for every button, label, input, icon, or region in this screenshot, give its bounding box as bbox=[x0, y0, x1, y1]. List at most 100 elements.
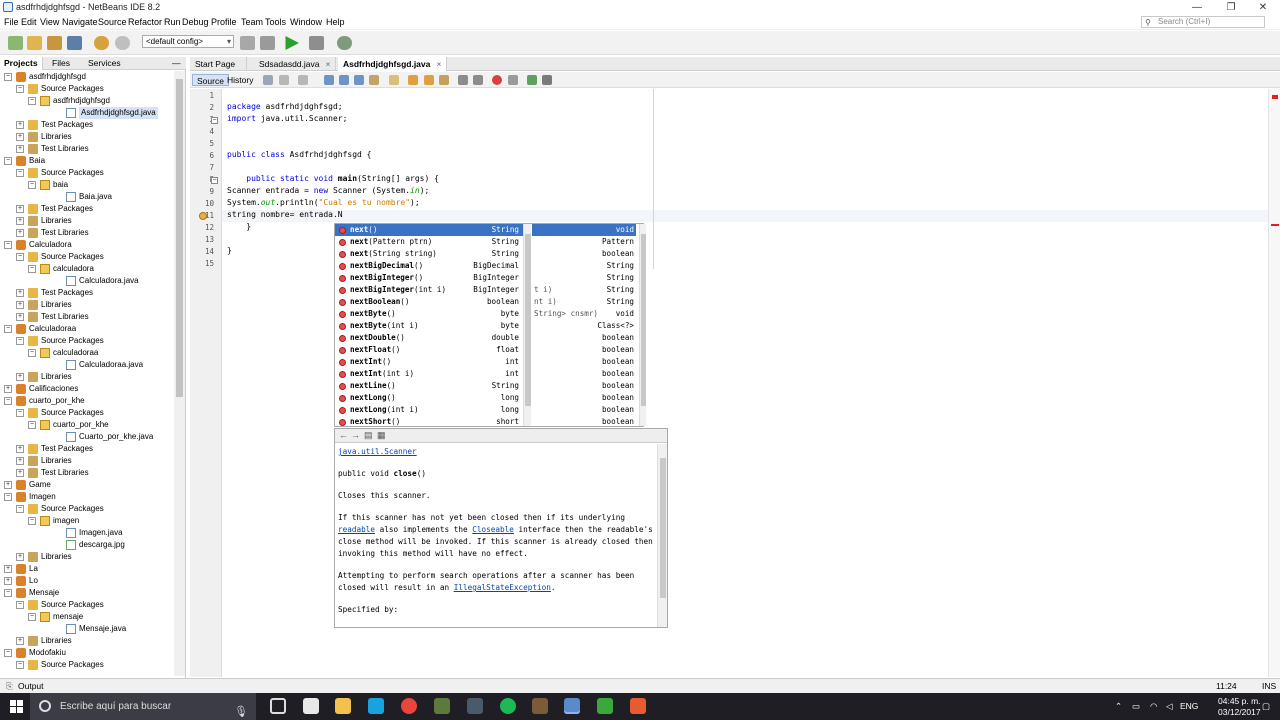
error-bulb-icon[interactable] bbox=[199, 212, 207, 220]
collapse-icon[interactable]: − bbox=[16, 337, 24, 345]
taskbar-search[interactable]: Escribe aquí para buscar 🎙 bbox=[30, 693, 256, 720]
netbeans-taskbar-icon[interactable] bbox=[564, 698, 580, 714]
completion-item[interactable]: boolean bbox=[532, 416, 636, 426]
doc-source-icon[interactable]: ▤ bbox=[364, 430, 373, 441]
close-tab-icon[interactable]: × bbox=[326, 59, 331, 69]
scrollbar-thumb[interactable] bbox=[641, 234, 646, 406]
readable-link[interactable]: readable bbox=[338, 525, 375, 534]
collapse-icon[interactable]: − bbox=[16, 661, 24, 669]
menu-run[interactable]: Run bbox=[164, 17, 181, 27]
completion-item[interactable]: nextBoolean() boolean bbox=[335, 296, 523, 308]
completion-item[interactable]: nextBigInteger(int i) BigInteger bbox=[335, 284, 523, 296]
doc-forward-icon[interactable]: → bbox=[351, 430, 360, 440]
completion-item[interactable]: nextDouble() double bbox=[335, 332, 523, 344]
tree-scrollbar[interactable] bbox=[174, 71, 185, 676]
class-link[interactable]: java.util.Scanner bbox=[338, 447, 417, 456]
tab-files[interactable]: Files bbox=[48, 57, 74, 70]
completion-item[interactable]: nextBigDecimal() BigDecimal bbox=[335, 260, 523, 272]
collapse-icon[interactable]: − bbox=[4, 325, 12, 333]
menu-window[interactable]: Window bbox=[290, 17, 322, 27]
menu-navigate[interactable]: Navigate bbox=[62, 17, 98, 27]
expand-icon[interactable]: + bbox=[4, 577, 12, 585]
javadoc-scrollbar[interactable] bbox=[657, 444, 667, 627]
expand-icon[interactable]: + bbox=[16, 301, 24, 309]
tab-history[interactable]: History bbox=[223, 74, 257, 86]
collapse-icon[interactable]: − bbox=[16, 85, 24, 93]
completion-item[interactable]: void bbox=[532, 224, 636, 236]
menu-profile[interactable]: Profile bbox=[211, 17, 237, 27]
redo-icon[interactable] bbox=[115, 36, 130, 50]
menu-refactor[interactable]: Refactor bbox=[128, 17, 162, 27]
completion-item[interactable]: nt i) String bbox=[532, 296, 636, 308]
shift-left-icon[interactable] bbox=[458, 75, 468, 85]
error-line-marker[interactable] bbox=[1271, 224, 1279, 226]
collapse-icon[interactable]: − bbox=[16, 409, 24, 417]
find-next-icon[interactable] bbox=[354, 75, 364, 85]
clean-build-icon[interactable] bbox=[260, 36, 275, 50]
expand-icon[interactable]: + bbox=[16, 445, 24, 453]
toggle-highlight-icon[interactable] bbox=[369, 75, 379, 85]
build-icon[interactable] bbox=[240, 36, 255, 50]
wifi-icon[interactable]: ◠ bbox=[1150, 701, 1157, 712]
close-tab-icon[interactable]: × bbox=[436, 59, 441, 69]
code-line[interactable]: Scanner entrada = new Scanner (System.in… bbox=[227, 186, 429, 195]
illegalstate-link[interactable]: IllegalStateException bbox=[454, 583, 551, 592]
menu-tools[interactable]: Tools bbox=[265, 17, 286, 27]
collapse-icon[interactable]: − bbox=[4, 493, 12, 501]
show-hidden-icon[interactable]: ⌃ bbox=[1115, 701, 1122, 712]
collapse-icon[interactable]: − bbox=[28, 421, 36, 429]
output-tab[interactable]: Output bbox=[18, 681, 44, 691]
expand-icon[interactable]: + bbox=[16, 145, 24, 153]
find-icon[interactable] bbox=[324, 75, 334, 85]
last-edit-icon[interactable] bbox=[263, 75, 273, 85]
task-view-icon[interactable] bbox=[270, 698, 286, 714]
toggle-bookmark-icon[interactable] bbox=[389, 75, 399, 85]
app-icon[interactable] bbox=[630, 698, 646, 714]
completion-item[interactable]: String bbox=[532, 260, 636, 272]
scrollbar-thumb[interactable] bbox=[660, 458, 666, 598]
editor-tab[interactable]: Start Page bbox=[190, 57, 248, 71]
expand-icon[interactable]: + bbox=[16, 313, 24, 321]
comment-icon[interactable] bbox=[527, 75, 537, 85]
volume-icon[interactable]: ◁ bbox=[1166, 701, 1173, 712]
code-line[interactable]: import java.util.Scanner; bbox=[227, 114, 347, 123]
completion-item[interactable]: t i) String bbox=[532, 284, 636, 296]
expand-icon[interactable]: + bbox=[16, 133, 24, 141]
collapse-icon[interactable]: − bbox=[28, 181, 36, 189]
completion-item[interactable]: nextInt(int i) int bbox=[335, 368, 523, 380]
expand-icon[interactable]: + bbox=[16, 229, 24, 237]
expand-icon[interactable]: + bbox=[16, 373, 24, 381]
completion-item[interactable]: nextLong() long bbox=[335, 392, 523, 404]
next-bookmark-icon[interactable] bbox=[424, 75, 434, 85]
completion-item[interactable]: boolean bbox=[532, 356, 636, 368]
collapse-icon[interactable]: − bbox=[4, 241, 12, 249]
scrollbar-thumb[interactable] bbox=[525, 234, 531, 406]
find-previous-icon[interactable] bbox=[339, 75, 349, 85]
steam-icon[interactable] bbox=[467, 698, 483, 714]
expand-icon[interactable]: + bbox=[16, 217, 24, 225]
completion-item[interactable]: boolean bbox=[532, 344, 636, 356]
completion-item[interactable]: nextInt() int bbox=[335, 356, 523, 368]
save-all-icon[interactable] bbox=[67, 36, 82, 50]
previous-bookmark-icon[interactable] bbox=[408, 75, 418, 85]
fold-toggle-icon[interactable]: − bbox=[211, 177, 218, 184]
clear-bookmarks-icon[interactable] bbox=[439, 75, 449, 85]
completion-item[interactable]: boolean bbox=[532, 404, 636, 416]
expand-icon[interactable]: + bbox=[16, 553, 24, 561]
doc-browser-icon[interactable]: ▦ bbox=[377, 430, 386, 441]
search-input[interactable]: ⚲ Search (Ctrl+I) bbox=[1141, 16, 1265, 28]
collapse-icon[interactable]: − bbox=[4, 397, 12, 405]
minecraft-icon[interactable] bbox=[434, 698, 450, 714]
expand-icon[interactable]: + bbox=[16, 457, 24, 465]
completion-item[interactable]: Class<?> bbox=[532, 320, 636, 332]
new-file-icon[interactable] bbox=[8, 36, 23, 50]
code-line[interactable]: } bbox=[227, 246, 232, 255]
collapse-icon[interactable]: − bbox=[16, 169, 24, 177]
open-project-icon[interactable] bbox=[47, 36, 62, 50]
doc-back-icon[interactable]: ← bbox=[339, 430, 348, 440]
tab-services[interactable]: Services bbox=[84, 57, 125, 70]
menu-team[interactable]: Team bbox=[241, 17, 263, 27]
expand-icon[interactable]: + bbox=[16, 469, 24, 477]
close-button[interactable]: ✕ bbox=[1246, 0, 1280, 15]
completion-item[interactable]: boolean bbox=[532, 332, 636, 344]
